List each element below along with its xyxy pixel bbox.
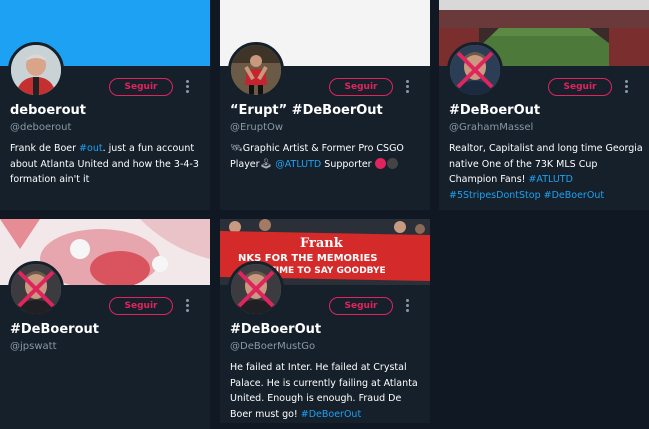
user-handle[interactable]: @jpswatt bbox=[10, 341, 56, 352]
hashtag-link[interactable]: #out bbox=[79, 143, 103, 154]
hashtag-link[interactable]: #ATLUTD bbox=[528, 174, 572, 185]
profile-bio: Frank de Boer #out. just a fun account a… bbox=[10, 143, 199, 185]
avatar[interactable] bbox=[8, 42, 64, 98]
more-options-icon[interactable] bbox=[623, 80, 629, 94]
profile-bio: 🛰Graphic Artist & Former Pro CSGO Player… bbox=[230, 141, 425, 172]
joystick-emoji-icon: 🕹 bbox=[259, 158, 273, 170]
banner-text-line: Frank bbox=[300, 236, 344, 251]
more-options-icon[interactable] bbox=[184, 80, 190, 94]
follow-button[interactable]: Seguir bbox=[329, 297, 393, 315]
display-name[interactable]: deboerout bbox=[10, 103, 205, 118]
user-handle[interactable]: @deboerout bbox=[10, 122, 71, 133]
more-options-icon[interactable] bbox=[404, 299, 410, 313]
avatar[interactable] bbox=[228, 42, 284, 98]
display-name[interactable]: #DeBoerOut bbox=[449, 103, 644, 118]
satellite-emoji-icon: 🛰 bbox=[230, 143, 243, 154]
follow-button[interactable]: Seguir bbox=[329, 78, 393, 96]
profile-card[interactable]: Frank NKS FOR THE MEMORIES S TIME TO SAY… bbox=[220, 219, 430, 423]
more-options-icon[interactable] bbox=[404, 80, 410, 94]
profile-bio: Realtor, Capitalist and long time Georgi… bbox=[449, 143, 643, 201]
avatar[interactable] bbox=[447, 42, 503, 98]
black-circle-emoji-icon bbox=[386, 157, 398, 169]
red-circle-emoji-icon bbox=[374, 157, 386, 169]
follow-button[interactable]: Seguir bbox=[109, 78, 173, 96]
follow-button[interactable]: Seguir bbox=[548, 78, 612, 96]
user-handle[interactable]: @GrahamMassel bbox=[449, 122, 533, 133]
avatar[interactable] bbox=[8, 261, 64, 317]
hashtag-link[interactable]: #DeBoerOut bbox=[544, 190, 604, 201]
display-name[interactable]: #DeBoerout bbox=[10, 322, 205, 337]
follow-button[interactable]: Seguir bbox=[109, 297, 173, 315]
display-name[interactable]: “Erupt” #DeBoerOut bbox=[230, 103, 425, 118]
user-handle[interactable]: @DeBoerMustGo bbox=[230, 341, 315, 352]
profile-card[interactable]: Seguir deboerout @deboerout Frank de Boe… bbox=[0, 0, 210, 210]
more-options-icon[interactable] bbox=[184, 299, 190, 313]
mention-link[interactable]: @ATLUTD bbox=[275, 159, 321, 170]
profile-card[interactable]: Seguir “Erupt” #DeBoerOut @EruptOw 🛰Grap… bbox=[220, 0, 430, 210]
user-handle[interactable]: @EruptOw bbox=[230, 122, 283, 133]
display-name[interactable]: #DeBoerOut bbox=[230, 322, 425, 337]
profile-card[interactable]: Seguir #DeBoerout @jpswatt bbox=[0, 219, 210, 429]
profile-card[interactable]: Seguir #DeBoerOut @GrahamMassel Realtor,… bbox=[439, 0, 649, 210]
avatar[interactable] bbox=[228, 261, 284, 317]
profile-bio: He failed at Inter. He failed at Crystal… bbox=[230, 362, 418, 420]
hashtag-link[interactable]: #5StripesDontStop bbox=[449, 190, 541, 201]
hashtag-link[interactable]: #DeBoerOut bbox=[301, 409, 361, 420]
